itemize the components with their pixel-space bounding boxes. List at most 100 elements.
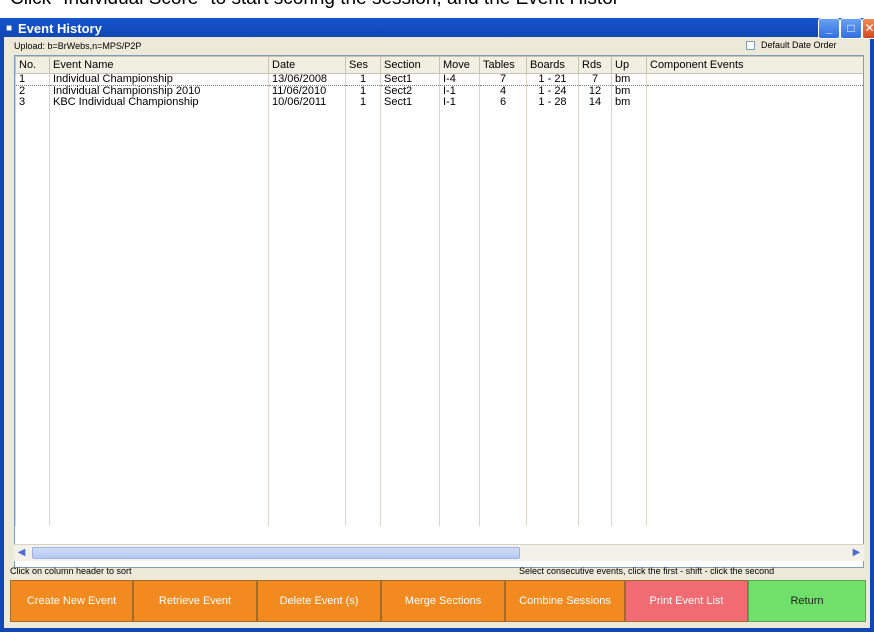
default-date-order-checkbox[interactable]: Default Date Order (746, 40, 837, 50)
cell-no: 1 (15, 73, 50, 86)
empty-cell (345, 174, 381, 185)
scroll-left-icon[interactable]: ◀ (14, 546, 29, 560)
document-text: Click "Individual Score" to start scorin… (10, 0, 619, 12)
empty-cell (439, 284, 480, 295)
empty-cell (268, 328, 346, 339)
empty-cell (611, 174, 647, 185)
empty-cell (578, 163, 612, 174)
empty-cell (578, 174, 612, 185)
table-row[interactable]: 1 Individual Championship 13/06/2008 1 S… (15, 73, 863, 86)
table-row[interactable]: 3 KBC Individual Championship 10/06/2011… (15, 97, 863, 108)
empty-row (15, 284, 863, 295)
column-header-move[interactable]: Move (439, 56, 480, 74)
empty-cell (526, 449, 579, 460)
empty-cell (611, 405, 647, 416)
empty-row (15, 141, 863, 152)
empty-cell (578, 482, 612, 493)
minimize-button[interactable]: _ (818, 18, 840, 39)
empty-cell (15, 295, 50, 306)
empty-cell (15, 273, 50, 284)
empty-cell (439, 515, 480, 526)
empty-cell (380, 108, 440, 119)
empty-cell (345, 427, 381, 438)
empty-cell (268, 405, 346, 416)
empty-cell (526, 372, 579, 383)
column-header-ses[interactable]: Ses (345, 56, 381, 74)
empty-cell (49, 284, 269, 295)
empty-cell (380, 317, 440, 328)
column-header-date[interactable]: Date (268, 56, 346, 74)
document-text-band: Click "Individual Score" to start scorin… (0, 0, 874, 18)
empty-cell (611, 504, 647, 515)
create-new-event-button[interactable]: Create New Event (10, 580, 133, 622)
empty-cell (15, 108, 50, 119)
checkbox-box[interactable] (746, 40, 755, 50)
empty-cell (268, 394, 346, 405)
empty-cell (611, 394, 647, 405)
empty-cell (611, 372, 647, 383)
empty-cell (526, 196, 579, 207)
column-header-up[interactable]: Up (611, 56, 647, 74)
combine-sessions-button[interactable]: Combine Sessions (505, 580, 625, 622)
delete-event-button[interactable]: Delete Event (s) (257, 580, 381, 622)
horizontal-scrollbar[interactable]: ◀ ▶ (14, 544, 864, 561)
empty-cell (439, 174, 480, 185)
empty-cell (646, 394, 863, 405)
empty-row (15, 460, 863, 471)
empty-cell (268, 427, 346, 438)
scroll-right-icon[interactable]: ▶ (849, 546, 864, 560)
empty-cell (345, 438, 381, 449)
empty-cell (15, 350, 50, 361)
column-header-rds[interactable]: Rds (578, 56, 612, 74)
empty-cell (646, 482, 863, 493)
empty-cell (49, 383, 269, 394)
empty-cell (611, 119, 647, 130)
empty-cell (526, 130, 579, 141)
empty-cell (268, 339, 346, 350)
merge-sections-button[interactable]: Merge Sections (381, 580, 505, 622)
cell-ses: 1 (345, 73, 381, 86)
empty-cell (439, 251, 480, 262)
maximize-button[interactable]: □ (840, 18, 862, 39)
maximize-icon: □ (847, 21, 855, 35)
empty-cell (268, 240, 346, 251)
empty-cell (15, 251, 50, 262)
empty-cell (268, 372, 346, 383)
column-header-boards[interactable]: Boards (526, 56, 579, 74)
column-header-no[interactable]: No. (15, 56, 50, 74)
cell-up: bm (611, 97, 647, 108)
empty-row (15, 152, 863, 163)
close-button[interactable]: ✕ (862, 18, 874, 39)
retrieve-event-button[interactable]: Retrieve Event (133, 580, 257, 622)
column-header-section[interactable]: Section (380, 56, 440, 74)
empty-cell (578, 405, 612, 416)
empty-cell (578, 306, 612, 317)
empty-cell (268, 284, 346, 295)
empty-cell (15, 383, 50, 394)
empty-cell (439, 350, 480, 361)
table-row[interactable]: 2 Individual Championship 2010 11/06/201… (15, 85, 863, 97)
app-icon[interactable]: ■ (6, 24, 16, 34)
empty-cell (526, 108, 579, 119)
empty-cell (268, 295, 346, 306)
empty-row (15, 306, 863, 317)
cell-section: Sect1 (380, 97, 440, 108)
empty-cell (479, 438, 527, 449)
empty-cell (15, 449, 50, 460)
event-grid[interactable]: No. Event Name Date Ses Section Move Tab… (14, 55, 864, 568)
empty-row (15, 207, 863, 218)
default-date-order-label: Default Date Order (761, 40, 837, 50)
column-header-event-name[interactable]: Event Name (49, 56, 269, 74)
empty-cell (611, 229, 647, 240)
empty-cell (439, 262, 480, 273)
empty-cell (439, 196, 480, 207)
empty-cell (646, 262, 863, 273)
return-button[interactable]: Return (748, 580, 866, 622)
empty-cell (345, 229, 381, 240)
column-header-tables[interactable]: Tables (479, 56, 527, 74)
print-event-list-button[interactable]: Print Event List (625, 580, 748, 622)
scrollbar-thumb[interactable] (32, 547, 520, 559)
empty-cell (15, 130, 50, 141)
empty-cell (49, 108, 269, 119)
column-header-component-events[interactable]: Component Events (646, 56, 863, 74)
